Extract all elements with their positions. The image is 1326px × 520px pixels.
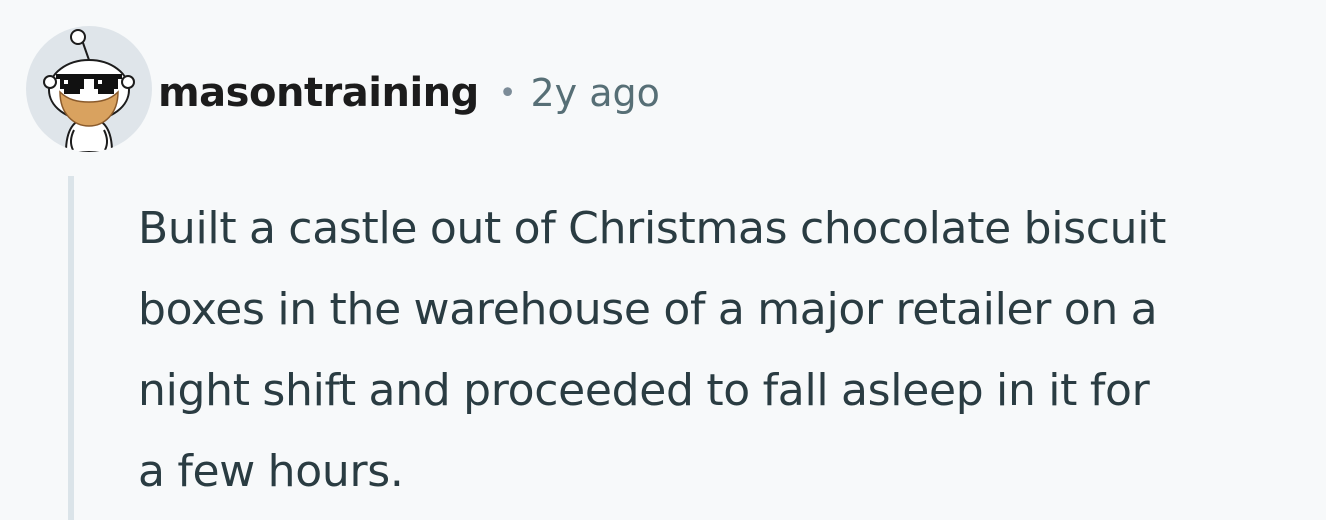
comment-body-line: boxes in the warehouse of a major retail…: [138, 284, 1158, 335]
thread-collapse-line[interactable]: [68, 176, 74, 520]
author-username[interactable]: masontraining: [158, 70, 479, 116]
comment-body-line: night shift and proceeded to fall asleep…: [138, 365, 1150, 416]
comment-body: Built a castle out of Christmas chocolat…: [138, 188, 1308, 512]
comment-header: masontraining • 2y ago: [158, 64, 660, 122]
comment: masontraining • 2y ago Built a castle ou…: [0, 0, 1326, 520]
snoo-sunglasses-avatar-icon: [26, 26, 152, 152]
user-avatar[interactable]: [26, 26, 152, 152]
meta-separator: •: [498, 75, 517, 111]
comment-body-line: a few hours.: [138, 446, 404, 497]
comment-timestamp[interactable]: 2y ago: [531, 71, 660, 115]
comment-body-line: Built a castle out of Christmas chocolat…: [138, 203, 1167, 254]
